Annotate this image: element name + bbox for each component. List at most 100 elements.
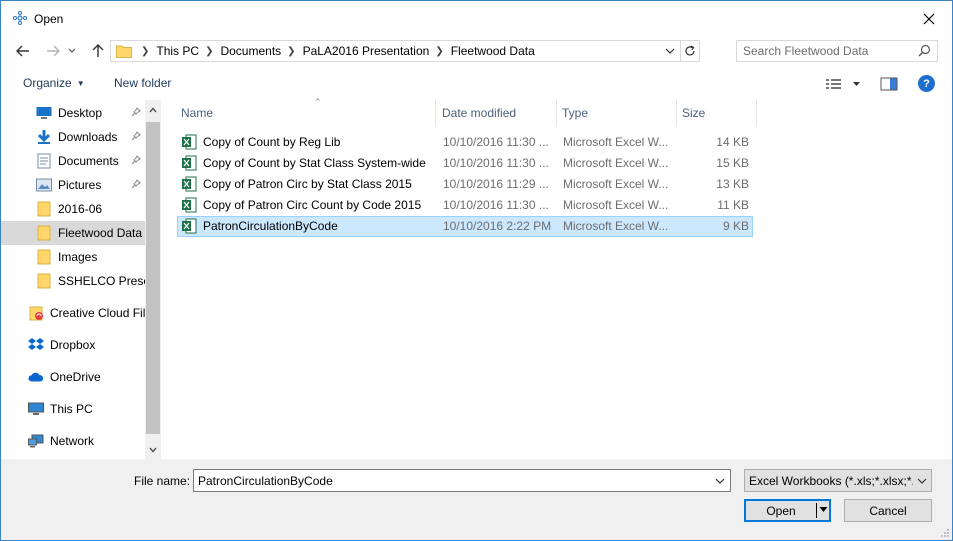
file-row-selected[interactable]: PatronCirculationByCode 10/10/2016 2:22 …: [177, 216, 753, 237]
sidebar-item-images[interactable]: Images: [1, 245, 145, 269]
column-header-size[interactable]: Size: [677, 100, 757, 126]
file-size: 13 KB: [716, 177, 749, 191]
help-button[interactable]: ?: [918, 75, 935, 92]
computer-icon: [28, 401, 44, 417]
caret-down-icon[interactable]: [819, 506, 828, 514]
refresh-icon: [685, 45, 695, 56]
file-row[interactable]: Copy of Patron Circ by Stat Class 2015 1…: [177, 174, 753, 195]
sidebar-item-network[interactable]: Network: [1, 429, 145, 453]
sidebar-item-sshelco[interactable]: SSHELCO Preser: [1, 269, 145, 293]
file-date: 10/10/2016 11:29 ...: [443, 177, 549, 191]
sidebar-item-documents[interactable]: Documents: [1, 149, 145, 173]
sidebar-item-label: OneDrive: [50, 370, 101, 384]
cancel-button[interactable]: Cancel: [844, 499, 932, 522]
file-name: Copy of Patron Circ by Stat Class 2015: [203, 177, 412, 191]
sidebar-item-label: Documents: [58, 154, 119, 168]
file-name-dropdown[interactable]: [712, 472, 728, 489]
sort-ascending-icon: ⌃: [314, 97, 322, 107]
dropbox-icon: [28, 337, 44, 353]
creative-cloud-icon: [28, 305, 44, 321]
sidebar-item-label: SSHELCO Preser: [58, 274, 145, 288]
split-divider: [816, 503, 817, 518]
breadcrumb-fleetwood-data[interactable]: Fleetwood Data: [451, 44, 535, 58]
chevron-down-icon: [149, 447, 157, 453]
file-row[interactable]: Copy of Count by Stat Class System-wide …: [177, 153, 753, 174]
documents-icon: [36, 153, 52, 169]
file-type: Microsoft Excel W...: [563, 135, 669, 149]
scroll-down-button[interactable]: [145, 442, 161, 458]
file-row[interactable]: Copy of Patron Circ Count by Code 2015 1…: [177, 195, 753, 216]
chevron-down-icon: [715, 478, 725, 484]
scroll-up-button[interactable]: [145, 102, 161, 118]
sidebar-item-dropbox[interactable]: Dropbox: [1, 333, 145, 357]
sidebar-item-onedrive[interactable]: OneDrive: [1, 365, 145, 389]
column-header-name[interactable]: Name ⌃: [176, 97, 436, 126]
sidebar-item-creative-cloud[interactable]: Creative Cloud Fil: [1, 301, 145, 325]
sidebar-item-fleetwood-data[interactable]: Fleetwood Data: [1, 221, 145, 245]
breadcrumb-separator-icon: ❯: [141, 45, 150, 57]
file-date: 10/10/2016 11:30 ...: [443, 156, 549, 170]
file-type-select[interactable]: Excel Workbooks (*.xls;*.xlsx;*.xl: [744, 469, 932, 492]
search-input[interactable]: [743, 43, 913, 59]
file-size: 9 KB: [722, 219, 749, 233]
sidebar-item-this-pc[interactable]: This PC: [1, 397, 145, 421]
sidebar-item-2016-06[interactable]: 2016-06: [1, 197, 145, 221]
chevron-down-icon: [917, 478, 927, 484]
chevron-down-icon: [665, 48, 675, 54]
recent-locations-button[interactable]: [66, 42, 78, 60]
address-bar[interactable]: ❯ This PC ❯ Documents ❯ PaLA2016 Present…: [110, 40, 700, 62]
up-button[interactable]: [88, 42, 108, 60]
scrollbar-thumb[interactable]: [146, 122, 160, 434]
breadcrumb-documents[interactable]: Documents: [220, 44, 281, 58]
pictures-icon: [36, 177, 52, 193]
title-bar: Open: [1, 1, 952, 36]
column-header-type[interactable]: Type: [557, 100, 677, 126]
forward-button[interactable]: [43, 42, 63, 60]
cancel-button-label: Cancel: [869, 503, 907, 518]
column-header-label: Date modified: [442, 106, 517, 120]
file-size: 15 KB: [716, 156, 749, 170]
file-row[interactable]: Copy of Count by Reg Lib 10/10/2016 11:3…: [177, 132, 753, 153]
refresh-button[interactable]: [680, 41, 699, 61]
file-name: Copy of Patron Circ Count by Code 2015: [203, 198, 422, 212]
excel-file-icon: [182, 155, 197, 171]
address-history-dropdown[interactable]: [661, 41, 679, 61]
preview-pane-button[interactable]: [880, 76, 898, 92]
organize-label: Organize: [23, 76, 72, 90]
file-name-field[interactable]: [198, 473, 703, 489]
organize-menu[interactable]: Organize ▼: [23, 76, 85, 90]
details-view-icon: [826, 79, 860, 89]
sidebar-item-label: Network: [50, 434, 95, 448]
open-button[interactable]: Open: [744, 499, 831, 522]
dialog-app-icon: [13, 11, 27, 25]
change-view-button[interactable]: [825, 76, 865, 92]
sidebar-item-desktop[interactable]: Desktop: [1, 101, 145, 125]
file-size: 14 KB: [716, 135, 749, 149]
sidebar-item-label: Desktop: [58, 106, 103, 120]
onedrive-icon: [28, 369, 44, 385]
dialog-title: Open: [34, 12, 64, 26]
resize-grip-icon[interactable]: [940, 528, 950, 538]
new-folder-button[interactable]: New folder: [114, 76, 171, 90]
desktop-icon: [36, 105, 52, 121]
pin-icon: [131, 107, 141, 117]
column-header-date[interactable]: Date modified: [437, 100, 557, 126]
sidebar-item-pictures[interactable]: Pictures: [1, 173, 145, 197]
navigation-pane: Desktop Downloads Documents Pictures 201…: [1, 100, 161, 459]
close-icon: [923, 13, 935, 24]
close-button[interactable]: [906, 1, 952, 36]
file-name-combobox[interactable]: [193, 469, 731, 492]
file-name: Copy of Count by Reg Lib: [203, 135, 341, 149]
breadcrumb-pala2016[interactable]: PaLA2016 Presentation: [303, 44, 430, 58]
chevron-up-icon: [149, 107, 157, 113]
search-box[interactable]: [736, 40, 938, 62]
sidebar-item-downloads[interactable]: Downloads: [1, 125, 145, 149]
column-header-label: Size: [682, 106, 706, 120]
file-date: 10/10/2016 11:30 ...: [443, 198, 549, 212]
sidebar-item-label: Creative Cloud Fil: [50, 306, 145, 320]
breadcrumb-this-pc[interactable]: This PC: [156, 44, 199, 58]
back-button[interactable]: [13, 42, 33, 60]
navigation-pane-scrollbar[interactable]: [145, 100, 161, 459]
sidebar-item-label: Downloads: [58, 130, 118, 144]
file-type-value: Excel Workbooks (*.xls;*.xlsx;*.xl: [749, 474, 913, 488]
